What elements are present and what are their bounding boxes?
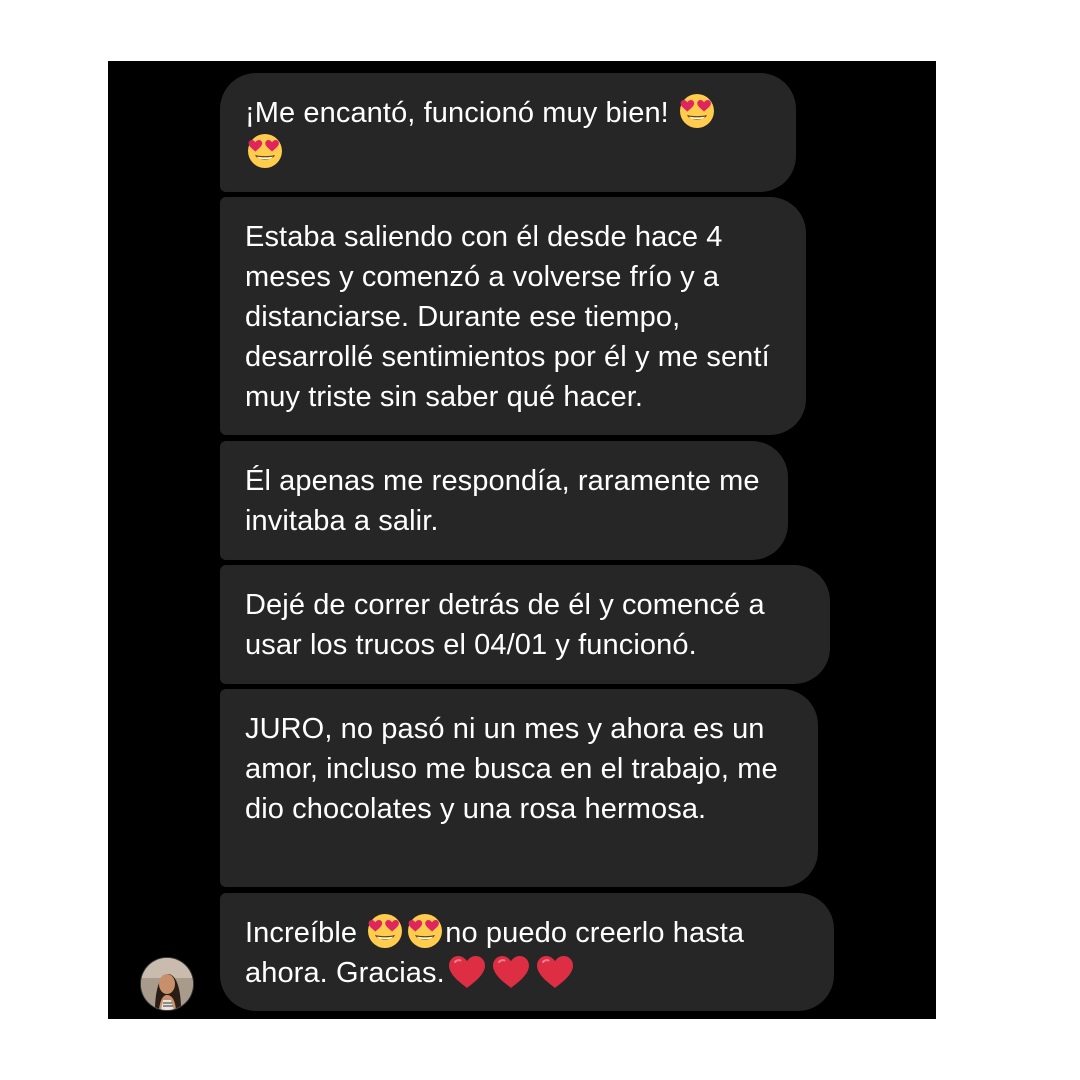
message-bubble[interactable]: Increíble no puedo creerlo hasta ahora. …	[220, 893, 834, 1011]
message-bubble[interactable]: JURO, no pasó ni un mes y ahora es un am…	[220, 689, 818, 887]
message-bubble[interactable]: ¡Me encantó, funcionó muy bien!	[220, 73, 796, 192]
heart-eyes-icon	[679, 93, 715, 129]
message-bubble[interactable]: Estaba saliendo con él desde hace 4 mese…	[220, 197, 806, 435]
heart-eyes-icon	[407, 913, 443, 949]
message-text: Increíble	[245, 917, 366, 949]
heart-eyes-icon	[367, 913, 403, 949]
message-text: ¡Me encantó, funcionó muy bien!	[245, 97, 677, 129]
message-text: Dejé de correr detrás de él y comencé a …	[245, 589, 765, 661]
message-text: JURO, no pasó ni un mes y ahora es un am…	[245, 713, 778, 825]
red-heart-icon	[447, 954, 487, 990]
heart-eyes-icon	[247, 133, 283, 169]
message-bubble[interactable]: Él apenas me respondía, raramente me inv…	[220, 441, 788, 560]
avatar-photo-icon	[141, 958, 193, 1010]
chat-thread: ¡Me encantó, funcionó muy bien! Estaba s…	[108, 61, 936, 1019]
red-heart-icon	[535, 954, 575, 990]
message-text: Estaba saliendo con él desde hace 4 mese…	[245, 221, 770, 413]
sender-avatar[interactable]	[141, 958, 193, 1010]
message-text: Él apenas me respondía, raramente me inv…	[245, 465, 760, 537]
red-heart-icon	[491, 954, 531, 990]
message-bubble[interactable]: Dejé de correr detrás de él y comencé a …	[220, 565, 830, 684]
